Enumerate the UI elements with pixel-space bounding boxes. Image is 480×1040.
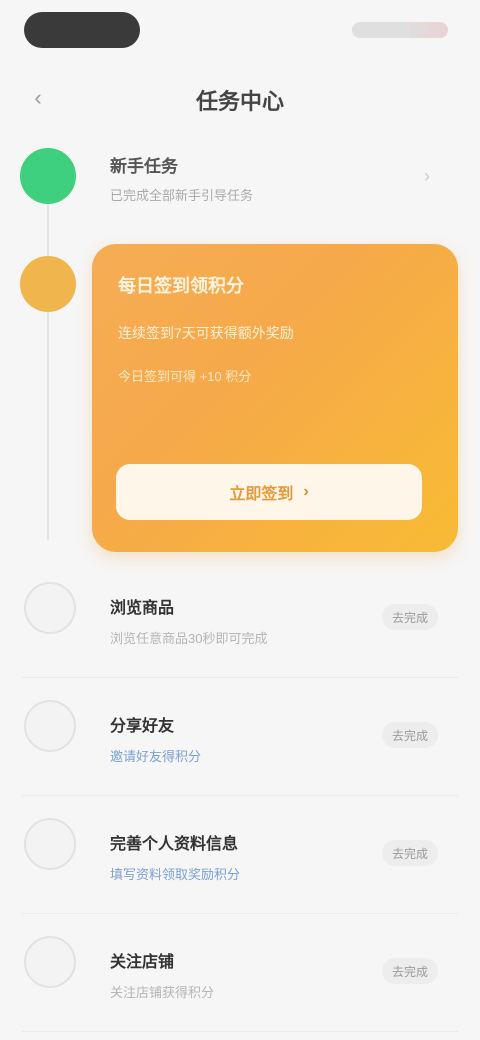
list-item-title: 完善个人资料信息 [110, 836, 239, 853]
completed-task-subtitle: 已完成全部新手引导任务 [110, 188, 254, 203]
list-item-subtitle: 邀请好友得积分 [110, 749, 202, 764]
chevron-right-icon: › [424, 166, 430, 186]
task-center-screen: ‹ 任务中心 新手任务 已完成全部新手引导任务 › 每日签到领积分 连续签到7天… [0, 0, 480, 1040]
status-indicators [352, 22, 448, 38]
store-icon [24, 936, 76, 988]
list-item[interactable]: 完善个人资料信息 填写资料领取奖励积分 去完成 [22, 796, 458, 914]
eye-icon [24, 582, 76, 634]
back-button[interactable]: ‹ [20, 80, 56, 116]
list-item-title: 浏览商品 [110, 600, 175, 617]
list-item-title: 关注店铺 [110, 954, 175, 971]
list-item-action-button[interactable]: 去完成 [382, 958, 438, 984]
status-bar [0, 0, 480, 64]
completed-task-row[interactable]: 新手任务 已完成全部新手引导任务 › [110, 152, 450, 204]
card-title: 每日签到领积分 [118, 276, 244, 296]
signin-button-label: 立即签到 [229, 486, 294, 503]
completed-task-title: 新手任务 [110, 157, 178, 176]
list-item[interactable]: 关注店铺 关注店铺获得积分 去完成 [22, 914, 458, 1032]
card-description: 连续签到7天可获得额外奖励 [118, 325, 294, 341]
signin-button[interactable]: 立即签到 › [116, 464, 422, 520]
list-item-action-button[interactable]: 去完成 [382, 604, 438, 630]
signin-card: 每日签到领积分 连续签到7天可获得额外奖励 今日签到可得 +10 积分 立即签到… [92, 244, 458, 552]
list-item-title: 分享好友 [110, 718, 175, 735]
timeline-rail [47, 200, 49, 540]
user-icon [24, 818, 76, 870]
list-item-subtitle: 浏览任意商品30秒即可完成 [110, 631, 268, 646]
share-icon [24, 700, 76, 752]
check-icon [20, 148, 76, 204]
arrow-right-icon: › [303, 483, 309, 500]
status-pill [24, 12, 140, 48]
list-item-action-button[interactable]: 去完成 [382, 722, 438, 748]
list-item-subtitle: 关注店铺获得积分 [110, 985, 215, 1000]
list-item-action-button[interactable]: 去完成 [382, 840, 438, 866]
page-title: 任务中心 [195, 89, 284, 114]
list-item[interactable]: 分享好友 邀请好友得积分 去完成 [22, 678, 458, 796]
chevron-left-icon: ‹ [34, 85, 42, 110]
list-item[interactable]: 浏览商品 浏览任意商品30秒即可完成 去完成 [22, 560, 458, 678]
list-item-subtitle: 填写资料领取奖励积分 [110, 867, 241, 882]
card-reward: 今日签到可得 +10 积分 [118, 368, 252, 384]
current-step-icon [20, 256, 76, 312]
task-list: 浏览商品 浏览任意商品30秒即可完成 去完成 分享好友 邀请好友得积分 去完成 … [0, 560, 480, 1032]
header: ‹ 任务中心 [0, 70, 480, 122]
